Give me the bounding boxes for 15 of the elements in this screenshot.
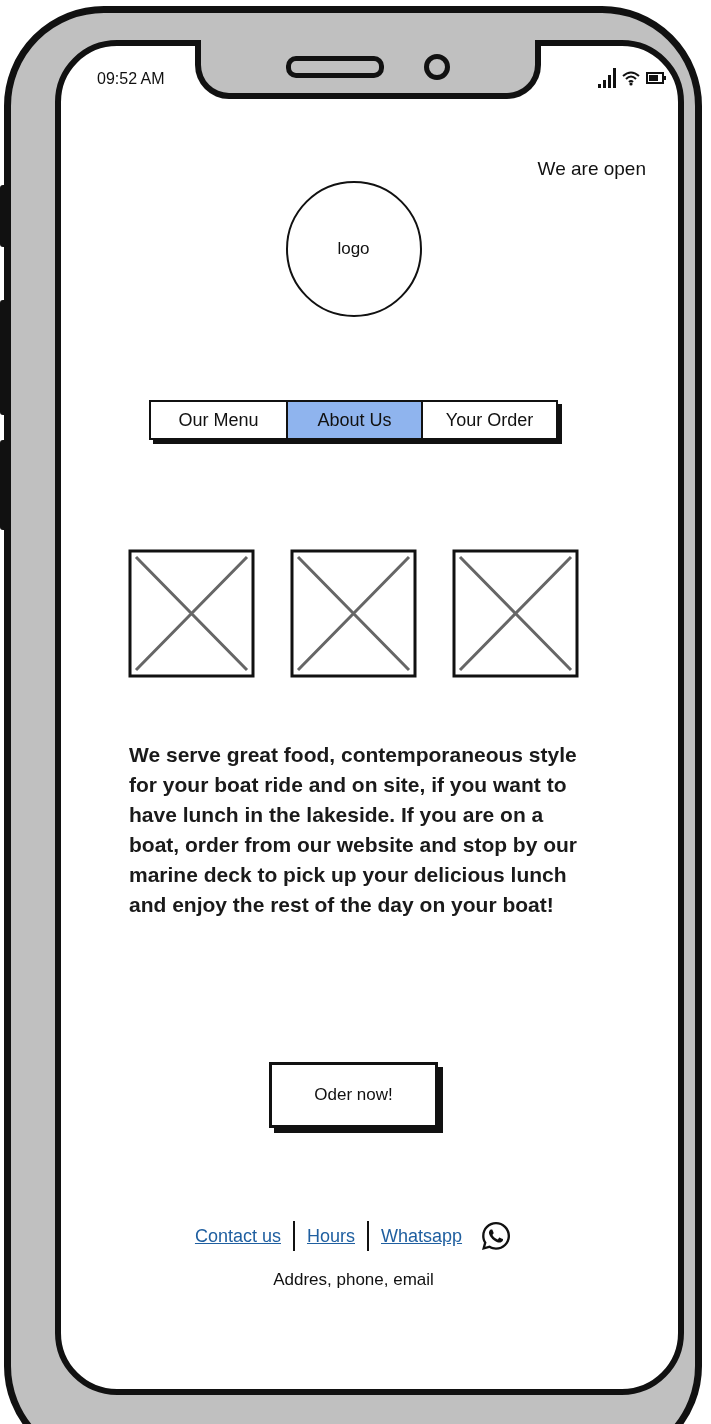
wifi-icon [622, 70, 640, 86]
about-paragraph: We serve great food, contemporaneous style for your boat ride and on site, if you want to have lunch in the lakeside. If you are on a boat, order from our website and stop by our marine deck to pick up your delicious lunch and enjoy the rest of the day on your boat! [129, 742, 579, 918]
contact-info: Addres, phone, email [273, 1270, 434, 1290]
whatsapp-icon[interactable] [480, 1220, 513, 1252]
nav-tab[interactable]: About Us [286, 402, 421, 438]
speaker-icon [286, 55, 384, 78]
battery-icon [646, 72, 666, 84]
status-time: 09:52 AM [97, 70, 165, 88]
logo-label: logo [337, 239, 370, 259]
signal-icon [598, 68, 616, 88]
open-status: We are open [537, 158, 646, 180]
footer-link[interactable]: Hours [307, 1225, 355, 1247]
camera-icon [424, 53, 450, 80]
footer-link[interactable]: Contact us [194, 1225, 281, 1247]
footer-link[interactable]: Whatsapp [381, 1225, 463, 1247]
